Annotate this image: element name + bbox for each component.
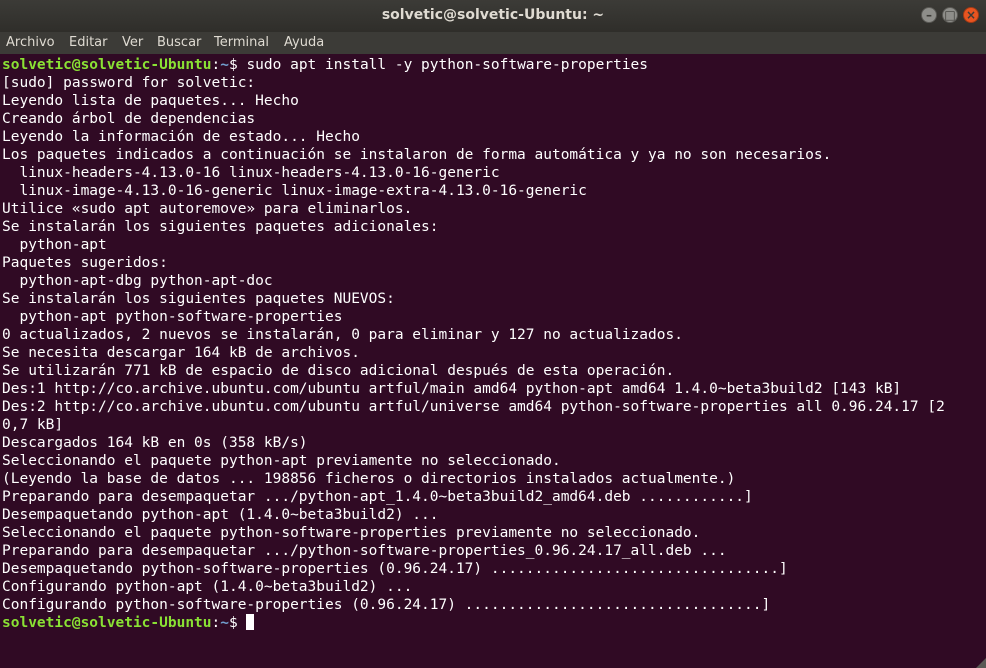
- maximize-icon[interactable]: □: [942, 7, 958, 23]
- output-line: Se instalarán los siguientes paquetes ad…: [2, 219, 439, 235]
- terminal-output[interactable]: solvetic@solvetic-Ubuntu:~$ sudo apt ins…: [0, 55, 986, 668]
- output-line: 0 actualizados, 2 nuevos se instalarán, …: [2, 327, 683, 343]
- output-line: Desempaquetando python-apt (1.4.0~beta3b…: [2, 507, 439, 523]
- output-line: Desempaquetando python-software-properti…: [2, 561, 788, 577]
- output-line: Des:2 http://co.archive.ubuntu.com/ubunt…: [2, 399, 945, 415]
- text-cursor: [246, 614, 255, 630]
- output-line: Leyendo la información de estado... Hech…: [2, 129, 360, 145]
- prompt-symbol: $: [228, 57, 247, 73]
- output-line: Creando árbol de dependencias: [2, 111, 256, 127]
- output-line: Los paquetes indicados a continuación se…: [2, 147, 832, 163]
- terminal-window: solvetic@solvetic-Ubuntu: ~ – □ × Archiv…: [0, 0, 986, 668]
- prompt-sep: :: [211, 615, 221, 631]
- menu-ayuda[interactable]: Ayuda: [284, 35, 324, 50]
- menu-editar[interactable]: Editar: [69, 35, 108, 50]
- prompt-user-host: solvetic@solvetic-Ubuntu: [2, 57, 212, 73]
- output-line: Utilice «sudo apt autoremove» para elimi…: [2, 201, 413, 217]
- menu-bar: Archivo Editar Ver Buscar Terminal Ayuda: [0, 32, 986, 54]
- output-line: linux-headers-4.13.0-16 linux-headers-4.…: [2, 165, 500, 181]
- output-line: python-apt: [2, 237, 107, 253]
- output-line: 0,7 kB]: [2, 417, 64, 433]
- title-bar[interactable]: solvetic@solvetic-Ubuntu: ~ – □ ×: [0, 0, 986, 32]
- command-text: sudo apt install -y python-software-prop…: [246, 57, 649, 73]
- prompt-path: ~: [220, 57, 229, 73]
- prompt-symbol: $: [228, 615, 247, 631]
- output-line: Se instalarán los siguientes paquetes NU…: [2, 291, 395, 307]
- output-line: Leyendo lista de paquetes... Hecho: [2, 93, 299, 109]
- output-line: python-apt python-software-properties: [2, 309, 343, 325]
- output-line: Preparando para desempaquetar .../python…: [2, 543, 727, 559]
- output-line: (Leyendo la base de datos ... 198856 fic…: [2, 471, 736, 487]
- command-line: solvetic@solvetic-Ubuntu:~$ sudo apt ins…: [2, 56, 648, 74]
- output-line: python-apt-dbg python-apt-doc: [2, 273, 273, 289]
- output-line: Descargados 164 kB en 0s (358 kB/s): [2, 435, 308, 451]
- output-line: [sudo] password for solvetic:: [2, 75, 256, 91]
- final-prompt-line: solvetic@solvetic-Ubuntu:~$: [2, 614, 255, 632]
- close-icon[interactable]: ×: [963, 7, 979, 23]
- menu-buscar[interactable]: Buscar: [157, 35, 201, 50]
- output-line: Configurando python-apt (1.4.0~beta3buil…: [2, 579, 413, 595]
- prompt-path: ~: [220, 615, 229, 631]
- menu-archivo[interactable]: Archivo: [6, 35, 55, 50]
- menu-ver[interactable]: Ver: [122, 35, 143, 50]
- window-title: solvetic@solvetic-Ubuntu: ~: [381, 7, 605, 23]
- output-line: Seleccionando el paquete python-software…: [2, 525, 701, 541]
- prompt-user-host: solvetic@solvetic-Ubuntu: [2, 615, 212, 631]
- resize-grip-icon[interactable]: [976, 658, 986, 668]
- menu-terminal[interactable]: Terminal: [214, 35, 269, 50]
- output-line: Paquetes sugeridos:: [2, 255, 168, 271]
- prompt-sep: :: [211, 57, 221, 73]
- output-line: Preparando para desempaquetar .../python…: [2, 489, 753, 505]
- output-line: Se utilizarán 771 kB de espacio de disco…: [2, 363, 675, 379]
- output-line: Seleccionando el paquete python-apt prev…: [2, 453, 561, 469]
- output-line: linux-image-4.13.0-16-generic linux-imag…: [2, 183, 587, 199]
- minimize-icon[interactable]: –: [921, 7, 937, 23]
- output-line: Configurando python-software-properties …: [2, 597, 771, 613]
- output-line: Des:1 http://co.archive.ubuntu.com/ubunt…: [2, 381, 902, 397]
- output-line: Se necesita descargar 164 kB de archivos…: [2, 345, 360, 361]
